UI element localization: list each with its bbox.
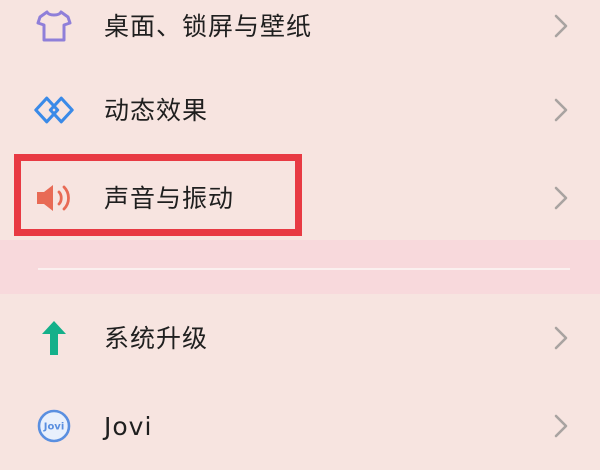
jovi-icon: Jovi — [34, 406, 74, 446]
section-separator-band — [0, 240, 600, 294]
up-arrow-icon — [34, 318, 74, 358]
chevron-right-icon — [550, 411, 572, 441]
settings-screen: 桌面、锁屏与壁纸 动态效果 声音与振动 系统升级 Jovi Jovi — [0, 0, 600, 448]
highlight-box — [14, 154, 302, 236]
settings-item-label: 系统升级 — [104, 323, 209, 353]
settings-item-wallpaper[interactable]: 桌面、锁屏与壁纸 — [0, 0, 600, 70]
chevron-right-icon — [550, 95, 572, 125]
settings-item-label: 桌面、锁屏与壁纸 — [104, 11, 313, 41]
settings-item-dynamic-effects[interactable]: 动态效果 — [0, 66, 600, 154]
settings-item-system-update[interactable]: 系统升级 — [0, 294, 600, 382]
settings-item-label: Jovi — [104, 411, 153, 441]
diamond-layers-icon — [34, 90, 74, 130]
chevron-right-icon — [550, 11, 572, 41]
tshirt-icon — [34, 6, 74, 46]
settings-item-jovi[interactable]: Jovi Jovi — [0, 382, 600, 470]
settings-item-label: 动态效果 — [104, 95, 209, 125]
svg-text:Jovi: Jovi — [43, 422, 65, 433]
chevron-right-icon — [550, 183, 572, 213]
chevron-right-icon — [550, 323, 572, 353]
divider — [38, 268, 570, 270]
